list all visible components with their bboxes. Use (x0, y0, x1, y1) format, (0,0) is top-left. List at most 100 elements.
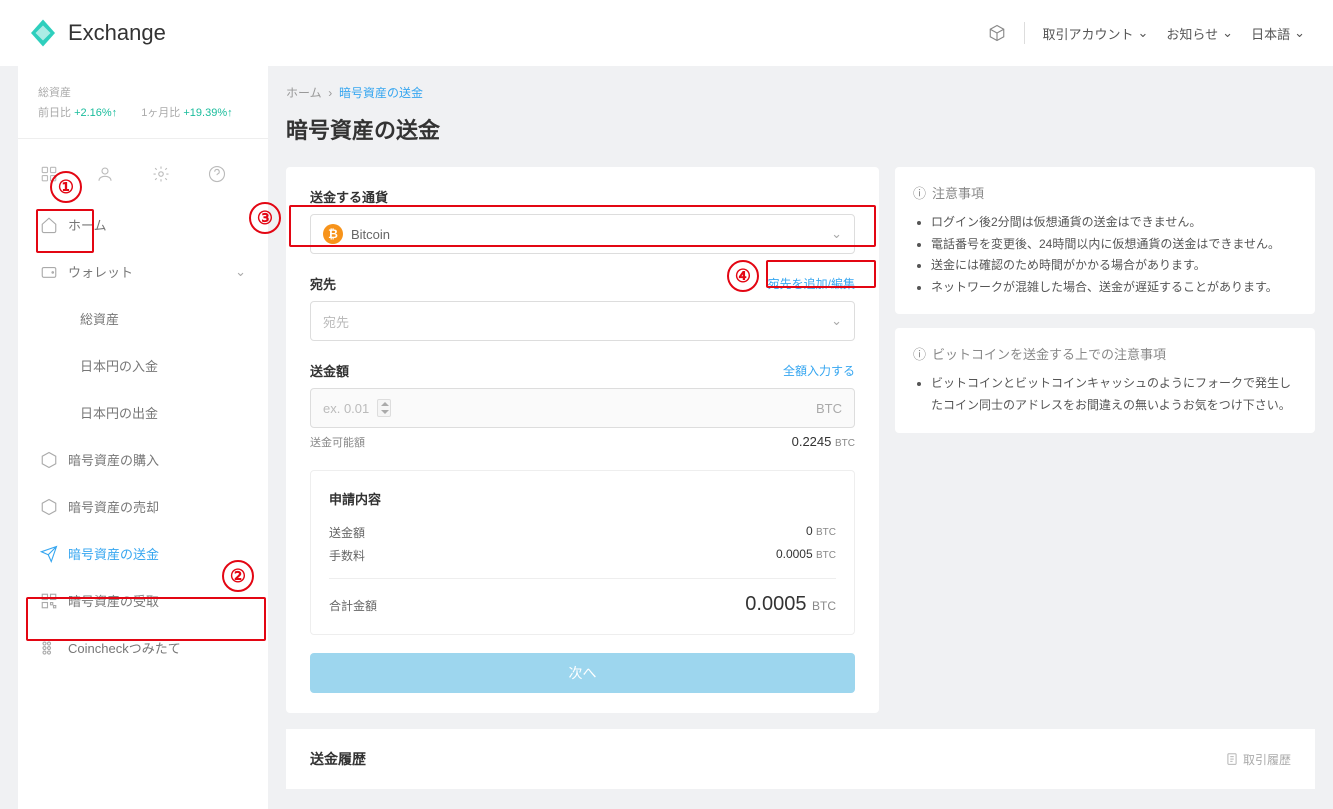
sidebar-item-sell[interactable]: 暗号資産の売却 (18, 483, 268, 530)
total-assets-label: 総資産 (38, 84, 248, 100)
chevron-down-icon: ⌄ (831, 313, 842, 329)
month-value: +19.39%↑ (183, 107, 232, 119)
next-button[interactable]: 次へ (310, 653, 855, 693)
amount-placeholder: ex. 0.01 (323, 401, 369, 416)
list-item: ログイン後2分間は仮想通貨の送金はできません。 (931, 212, 1297, 234)
summary-fee-value: 0.0005 (776, 547, 813, 561)
sidebar-item-jpy-withdraw[interactable]: 日本円の出金 (18, 389, 268, 436)
bitcoin-icon: ₿ (323, 224, 343, 244)
summary-amount-value: 0 (806, 524, 813, 538)
amount-label: 送金額 (310, 361, 349, 380)
qr-icon (40, 592, 58, 610)
notice-title-1: ⓘ注意事項 (913, 183, 1297, 202)
document-icon (1225, 752, 1239, 766)
sidebar-item-label: 暗号資産の売却 (68, 497, 159, 516)
summary-total-value: 0.0005 (745, 593, 806, 615)
summary-total-label: 合計金額 (329, 597, 377, 614)
list-item: 電話番号を変更後、24時間以内に仮想通貨の送金はできません。 (931, 234, 1297, 256)
summary-title: 申請内容 (329, 489, 836, 508)
sidebar-item-label: 暗号資産の送金 (68, 544, 159, 563)
notice-card-1: ⓘ注意事項 ログイン後2分間は仮想通貨の送金はできません。 電話番号を変更後、2… (895, 167, 1315, 314)
info-icon: ⓘ (913, 344, 926, 363)
apps-icon[interactable] (36, 161, 62, 187)
sidebar-item-tsumitate[interactable]: Coincheckつみたて (18, 624, 268, 671)
home-icon (40, 216, 58, 234)
wallet-icon (40, 263, 58, 281)
page-title: 暗号資産の送金 (286, 113, 1315, 145)
list-item: ネットワークが混雑した場合、送金が遅延することがあります。 (931, 277, 1297, 299)
list-item: ビットコインとビットコインキャッシュのようにフォークで発生したコイン同士のアドレ… (931, 373, 1297, 416)
notice-list-2: ビットコインとビットコインキャッシュのようにフォークで発生したコイン同士のアドレ… (913, 373, 1297, 416)
sidebar-iconrow (18, 139, 268, 201)
account-menu[interactable]: 取引アカウント⌄ (1043, 24, 1149, 43)
history-link-label: 取引履歴 (1243, 751, 1291, 768)
divider (1024, 22, 1025, 44)
brand: Exchange (28, 18, 166, 48)
sidebar-item-label: 日本円の出金 (80, 403, 158, 422)
brand-name: Exchange (68, 20, 166, 46)
sidebar-item-wallet[interactable]: ウォレット⌄ (18, 248, 268, 295)
dest-placeholder: 宛先 (323, 312, 349, 331)
available-value: 0.2245 (792, 434, 832, 449)
amount-unit: BTC (808, 401, 842, 416)
dest-edit-link[interactable]: 宛先を追加/編集 (768, 275, 855, 292)
cube-icon[interactable] (988, 24, 1006, 42)
chevron-down-icon: ⌄ (831, 226, 842, 242)
breadcrumb-home[interactable]: ホーム (286, 86, 322, 100)
help-icon[interactable] (204, 161, 230, 187)
notice-card-2: ⓘビットコインを送金する上での注意事項 ビットコインとビットコインキャッシュのよ… (895, 328, 1315, 432)
account-label: 取引アカウント (1043, 24, 1134, 43)
amount-all-link[interactable]: 全額入力する (783, 362, 855, 379)
sidebar-item-receive[interactable]: 暗号資産の受取 (18, 577, 268, 624)
grid-icon (40, 639, 58, 657)
cube-icon (40, 498, 58, 516)
breadcrumb: ホーム › 暗号資産の送金 (286, 84, 1315, 101)
amount-input[interactable]: ex. 0.01 BTC (310, 388, 855, 428)
history-card: 送金履歴 取引履歴 (286, 729, 1315, 789)
gear-icon[interactable] (148, 161, 174, 187)
sidebar: 総資産 前日比 +2.16%↑ 1ヶ月比 +19.39%↑ ホーム ウォレット⌄… (18, 66, 268, 809)
list-item: 送金には確認のため時間がかかる場合があります。 (931, 255, 1297, 277)
available-label: 送金可能額 (310, 434, 365, 450)
sidebar-item-label: 暗号資産の受取 (68, 591, 159, 610)
notice-title-2: ⓘビットコインを送金する上での注意事項 (913, 344, 1297, 363)
sidebar-item-label: 総資産 (80, 309, 119, 328)
chevron-down-icon: ⌄ (235, 264, 246, 280)
dest-select[interactable]: 宛先 ⌄ (310, 301, 855, 341)
chevron-down-icon: ⌄ (1222, 25, 1233, 41)
currency-select[interactable]: ₿ Bitcoin ⌄ (310, 214, 855, 254)
history-link[interactable]: 取引履歴 (1225, 751, 1291, 768)
month-label: 1ヶ月比 (141, 107, 180, 119)
chevron-down-icon: ⌄ (1294, 25, 1305, 41)
available-unit: BTC (835, 438, 855, 449)
notice-menu[interactable]: お知らせ⌄ (1166, 24, 1233, 43)
chevron-down-icon: ⌄ (1138, 25, 1149, 41)
sidebar-item-send[interactable]: 暗号資産の送金 (18, 530, 268, 577)
next-button-label: 次へ (569, 663, 597, 683)
sidebar-item-home[interactable]: ホーム (18, 201, 268, 248)
sidebar-item-jpy-deposit[interactable]: 日本円の入金 (18, 342, 268, 389)
sidebar-item-label: Coincheckつみたて (68, 638, 181, 657)
day-value: +2.16%↑ (74, 107, 117, 119)
summary-fee-label: 手数料 (329, 547, 365, 564)
dest-label: 宛先 (310, 274, 336, 293)
user-icon[interactable] (92, 161, 118, 187)
currency-label: 送金する通貨 (310, 187, 855, 206)
notice-list-1: ログイン後2分間は仮想通貨の送金はできません。 電話番号を変更後、24時間以内に… (913, 212, 1297, 298)
lang-menu[interactable]: 日本語⌄ (1251, 24, 1305, 43)
cube-icon (40, 451, 58, 469)
notice-label: お知らせ (1166, 24, 1218, 43)
content: ホーム › 暗号資産の送金 暗号資産の送金 送金する通貨 ₿ Bitcoin ⌄… (286, 66, 1315, 809)
sidebar-item-label: 暗号資産の購入 (68, 450, 159, 469)
sidebar-item-label: 日本円の入金 (80, 356, 158, 375)
stepper-icon[interactable] (377, 399, 391, 417)
info-icon: ⓘ (913, 183, 926, 202)
sidebar-item-total-assets[interactable]: 総資産 (18, 295, 268, 342)
brand-logo-icon (28, 18, 58, 48)
history-title: 送金履歴 (310, 749, 366, 769)
summary-amount-label: 送金額 (329, 524, 365, 541)
summary-box: 申請内容 送金額0 BTC 手数料0.0005 BTC 合計金額0.0005 B… (310, 470, 855, 635)
sidebar-item-buy[interactable]: 暗号資産の購入 (18, 436, 268, 483)
send-icon (40, 545, 58, 563)
sidebar-stats: 総資産 前日比 +2.16%↑ 1ヶ月比 +19.39%↑ (18, 84, 268, 139)
